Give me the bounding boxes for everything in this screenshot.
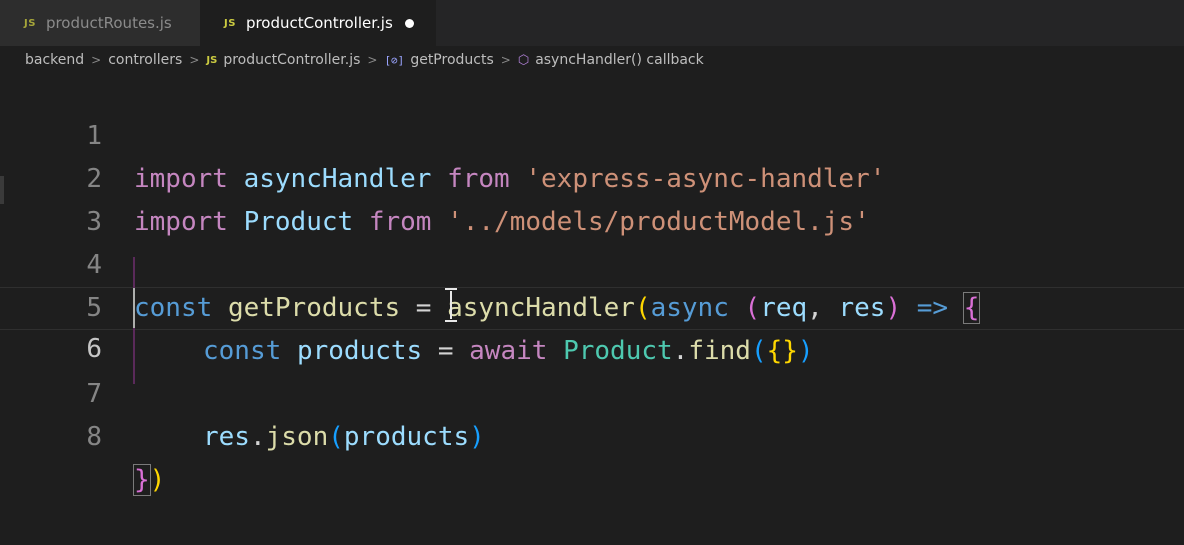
code-line-8[interactable]: 8 }) [0, 373, 1184, 496]
token-paren: ) [149, 465, 166, 495]
breadcrumb-item-backend[interactable]: backend [25, 52, 84, 68]
unsaved-changes-dot-icon[interactable] [404, 18, 414, 28]
code-line-4[interactable]: 4 const getProducts = asyncHandler(async… [0, 201, 1184, 324]
code-line-1[interactable]: 1 import asyncHandler from 'express-asyn… [0, 72, 1184, 194]
chevron-right-icon: > [91, 53, 102, 67]
breadcrumb: backend > controllers > JS productContro… [0, 46, 1184, 74]
tab-label: productController.js [245, 14, 393, 32]
breadcrumb-item-get-products[interactable]: getProducts [410, 52, 493, 68]
breadcrumb-item-controllers[interactable]: controllers [108, 52, 182, 68]
token-identifier: products [343, 422, 470, 452]
javascript-file-icon: JS [206, 54, 218, 66]
chevron-right-icon: > [189, 53, 200, 67]
code-text: res.json(products) [203, 416, 485, 459]
code-line-7[interactable]: 7 res.json(products) [0, 330, 1184, 452]
breadcrumb-item-callback[interactable]: asyncHandler() callback [535, 52, 704, 68]
chevron-right-icon: > [500, 53, 511, 67]
code-line-2[interactable]: 2 import Product from '../models/product… [0, 115, 1184, 237]
text-cursor [133, 288, 135, 328]
scroll-marker [0, 176, 4, 204]
token-dot: . [249, 422, 266, 452]
code-line-6-current[interactable]: 6 [0, 287, 1184, 364]
code-editor[interactable]: 1 import asyncHandler from 'express-asyn… [0, 72, 1184, 516]
editor-tab-bar: JS productRoutes.js JS productController… [0, 0, 1184, 46]
code-text: }) [133, 459, 166, 502]
javascript-file-icon: JS [224, 17, 236, 29]
tab-label: productRoutes.js [45, 14, 172, 32]
token-identifier: res [203, 422, 250, 452]
tab-product-controller[interactable]: JS productController.js [200, 0, 436, 46]
mouse-ibeam-cursor-icon [444, 288, 458, 322]
javascript-file-icon: JS [24, 17, 36, 29]
variable-symbol-icon: [⊘] [384, 53, 405, 67]
tab-product-routes[interactable]: JS productRoutes.js [0, 0, 200, 46]
token-function-call: json [265, 422, 329, 452]
breadcrumb-item-file[interactable]: productController.js [223, 52, 360, 68]
code-line-5[interactable]: 5 const products = await Product.find({}… [0, 244, 1184, 366]
token-brace-matched: } [133, 464, 151, 496]
token-paren: ( [328, 422, 344, 452]
method-cube-icon: ⬡ [517, 52, 530, 68]
chevron-right-icon: > [367, 53, 378, 67]
code-line-3[interactable]: 3 [0, 158, 1184, 237]
line-number: 8 [86, 422, 102, 452]
token-paren: ) [469, 422, 485, 452]
